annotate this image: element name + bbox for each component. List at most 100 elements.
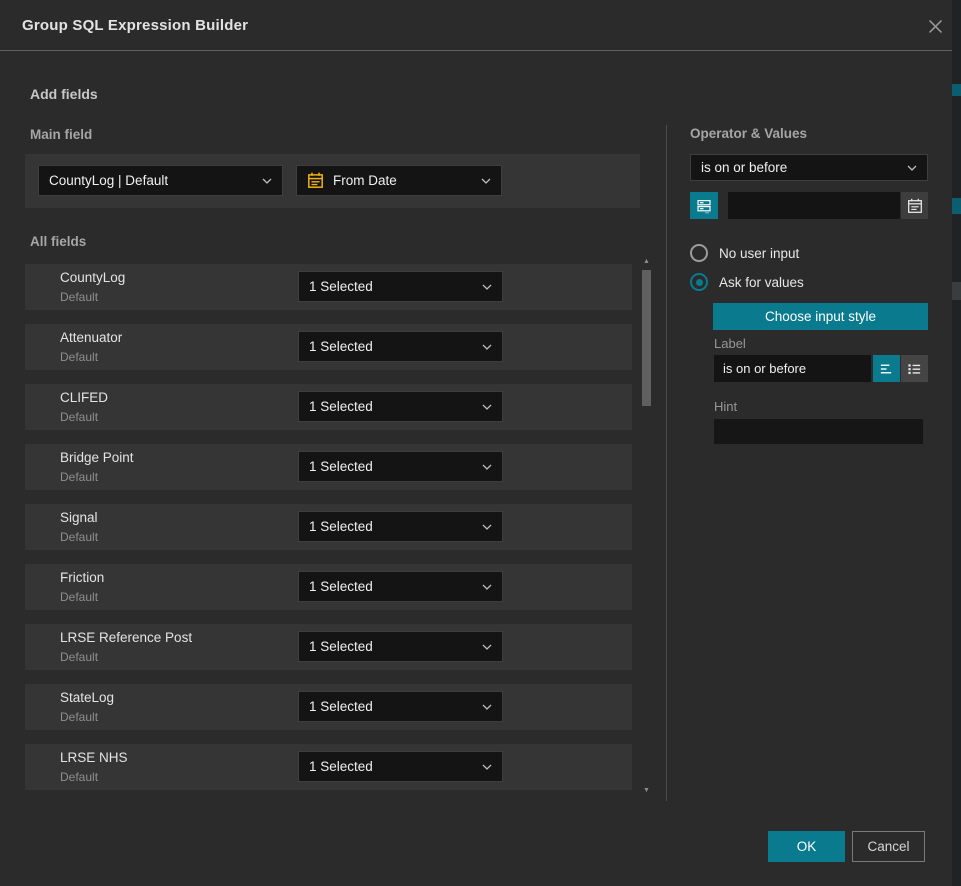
field-selection-value: 1 Selected bbox=[309, 639, 373, 654]
chevron-down-icon bbox=[482, 644, 492, 650]
field-subtitle: Default bbox=[60, 589, 104, 605]
radio-no-user-input-label: No user input bbox=[719, 246, 799, 261]
field-subtitle: Default bbox=[60, 409, 108, 425]
value-input[interactable] bbox=[728, 192, 900, 219]
ok-button[interactable]: OK bbox=[768, 831, 845, 862]
add-fields-heading: Add fields bbox=[30, 86, 98, 102]
field-selection-dropdown[interactable]: 1 Selected bbox=[298, 571, 503, 602]
background-fragment bbox=[952, 282, 961, 300]
calendar-icon bbox=[907, 198, 923, 214]
cancel-button[interactable]: Cancel bbox=[852, 831, 925, 862]
background-app-strip bbox=[952, 0, 961, 886]
chevron-down-icon bbox=[482, 704, 492, 710]
field-selection-dropdown[interactable]: 1 Selected bbox=[298, 391, 503, 422]
radio-selected-icon bbox=[690, 273, 708, 291]
list-style-button[interactable] bbox=[901, 355, 928, 382]
choose-input-style-button[interactable]: Choose input style bbox=[713, 303, 928, 330]
field-name: CountyLog bbox=[60, 270, 125, 286]
field-name: Friction bbox=[60, 570, 104, 586]
field-selection-value: 1 Selected bbox=[309, 519, 373, 534]
field-selection-value: 1 Selected bbox=[309, 279, 373, 294]
single-line-style-button[interactable] bbox=[873, 355, 900, 382]
field-row: StateLog Default 1 Selected bbox=[25, 684, 632, 730]
field-info: CountyLog Default bbox=[60, 270, 125, 305]
date-picker-button[interactable] bbox=[901, 192, 928, 219]
field-info: LRSE NHS Default bbox=[60, 750, 128, 785]
field-selection-value: 1 Selected bbox=[309, 459, 373, 474]
field-selection-dropdown[interactable]: 1 Selected bbox=[298, 451, 503, 482]
field-info: Bridge Point Default bbox=[60, 450, 134, 485]
main-field-dropdown-value: From Date bbox=[333, 173, 397, 188]
field-selection-value: 1 Selected bbox=[309, 759, 373, 774]
chevron-down-icon bbox=[482, 404, 492, 410]
close-icon bbox=[926, 17, 945, 36]
main-field-heading: Main field bbox=[30, 127, 92, 142]
scrollbar-down-arrow[interactable]: ▼ bbox=[641, 787, 652, 795]
field-subtitle: Default bbox=[60, 469, 134, 485]
field-selection-dropdown[interactable]: 1 Selected bbox=[298, 271, 503, 302]
field-info: Signal Default bbox=[60, 510, 98, 545]
chevron-down-icon bbox=[262, 178, 272, 184]
field-name: Attenuator bbox=[60, 330, 122, 346]
chevron-down-icon bbox=[481, 178, 491, 184]
field-name: CLIFED bbox=[60, 390, 108, 406]
field-row: Friction Default 1 Selected bbox=[25, 564, 632, 610]
main-field-panel: CountyLog | Default From Date bbox=[25, 154, 640, 208]
field-row: Signal Default 1 Selected bbox=[25, 504, 632, 550]
background-fragment bbox=[952, 198, 961, 214]
chevron-down-icon bbox=[907, 165, 917, 171]
radio-ask-for-values-label: Ask for values bbox=[719, 275, 804, 290]
layer-dropdown[interactable]: CountyLog | Default bbox=[38, 165, 283, 196]
label-caption: Label bbox=[714, 336, 746, 351]
field-info: StateLog Default bbox=[60, 690, 114, 725]
dialog-title-bar: Group SQL Expression Builder bbox=[0, 0, 952, 51]
field-row: Attenuator Default 1 Selected bbox=[25, 324, 632, 370]
operator-values-heading: Operator & Values bbox=[690, 126, 807, 141]
scrollbar-up-arrow[interactable]: ▲ bbox=[641, 258, 652, 266]
chevron-down-icon bbox=[482, 344, 492, 350]
field-selection-dropdown[interactable]: 1 Selected bbox=[298, 331, 503, 362]
field-info: Attenuator Default bbox=[60, 330, 122, 365]
radio-no-user-input[interactable]: No user input bbox=[690, 244, 799, 262]
field-selection-value: 1 Selected bbox=[309, 579, 373, 594]
field-name: LRSE Reference Post bbox=[60, 630, 192, 646]
background-fragment bbox=[952, 84, 961, 96]
field-row: CLIFED Default 1 Selected bbox=[25, 384, 632, 430]
operator-dropdown[interactable]: is on or before bbox=[690, 154, 928, 181]
hint-caption: Hint bbox=[714, 399, 737, 414]
field-subtitle: Default bbox=[60, 529, 98, 545]
bulleted-list-icon bbox=[907, 362, 922, 376]
main-field-dropdown[interactable]: From Date bbox=[296, 165, 502, 196]
radio-ask-for-values[interactable]: Ask for values bbox=[690, 273, 804, 291]
label-input[interactable] bbox=[714, 355, 871, 382]
field-selection-value: 1 Selected bbox=[309, 399, 373, 414]
field-row: Bridge Point Default 1 Selected bbox=[25, 444, 632, 490]
field-info: Friction Default bbox=[60, 570, 104, 605]
field-subtitle: Default bbox=[60, 649, 192, 665]
field-info: LRSE Reference Post Default bbox=[60, 630, 192, 665]
all-fields-heading: All fields bbox=[30, 234, 86, 249]
field-subtitle: Default bbox=[60, 709, 114, 725]
stacked-values-icon bbox=[696, 198, 712, 214]
chevron-down-icon bbox=[482, 284, 492, 290]
field-name: Bridge Point bbox=[60, 450, 134, 466]
field-selection-value: 1 Selected bbox=[309, 339, 373, 354]
field-selection-dropdown[interactable]: 1 Selected bbox=[298, 751, 503, 782]
field-selection-dropdown[interactable]: 1 Selected bbox=[298, 511, 503, 542]
close-button[interactable] bbox=[925, 16, 945, 36]
scrollbar-thumb[interactable] bbox=[642, 270, 651, 406]
chevron-down-icon bbox=[482, 464, 492, 470]
field-row: CountyLog Default 1 Selected bbox=[25, 264, 632, 310]
chevron-down-icon bbox=[482, 584, 492, 590]
multiple-values-button[interactable] bbox=[690, 192, 718, 219]
field-selection-dropdown[interactable]: 1 Selected bbox=[298, 631, 503, 662]
field-selection-dropdown[interactable]: 1 Selected bbox=[298, 691, 503, 722]
hint-input[interactable] bbox=[714, 419, 923, 444]
field-subtitle: Default bbox=[60, 349, 122, 365]
chevron-down-icon bbox=[482, 524, 492, 530]
field-subtitle: Default bbox=[60, 769, 128, 785]
chevron-down-icon bbox=[482, 764, 492, 770]
column-divider bbox=[666, 125, 667, 801]
all-fields-list: CountyLog Default 1 Selected Attenuator … bbox=[25, 264, 632, 790]
operator-dropdown-value: is on or before bbox=[701, 160, 787, 175]
